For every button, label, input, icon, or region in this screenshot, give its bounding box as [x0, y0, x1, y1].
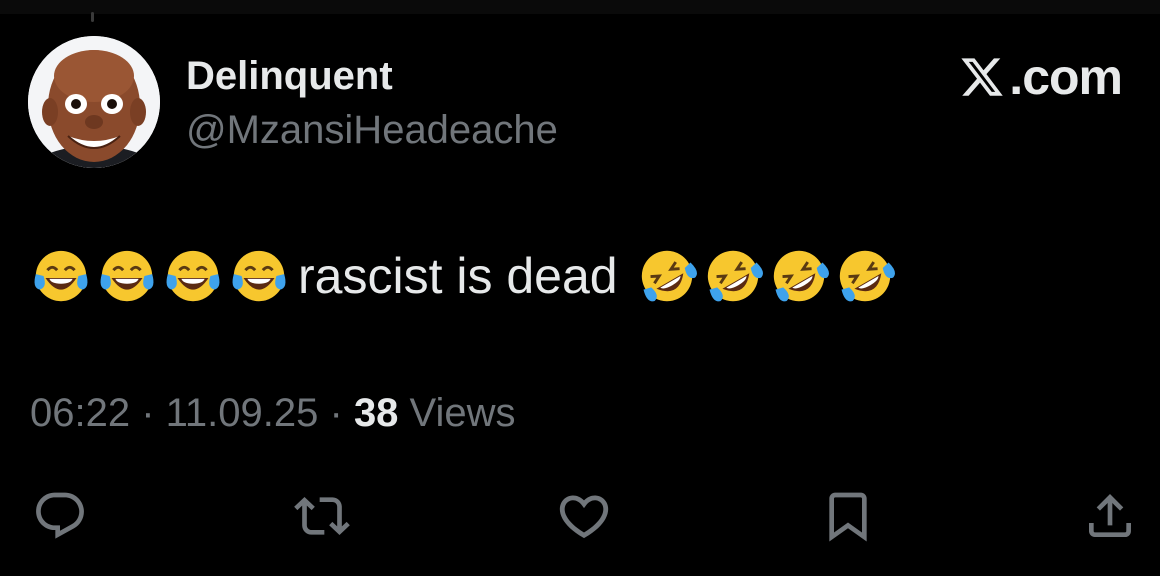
bookmark-icon: [829, 492, 867, 542]
share-button[interactable]: [1080, 486, 1140, 546]
views-count[interactable]: 38: [354, 391, 399, 435]
rofl-emoji: [834, 245, 896, 307]
tears-of-joy-emoji: [162, 245, 224, 307]
tweet-action-bar: [0, 480, 1160, 550]
share-icon: [1089, 494, 1131, 537]
brand-domain-text: .com: [1009, 49, 1123, 105]
rofl-emoji: [702, 245, 764, 307]
avatar-photo: [28, 36, 160, 168]
reply-icon: [36, 492, 84, 539]
retweet-icon: [294, 497, 350, 535]
top-edge-bar: [0, 0, 1160, 14]
author-handle[interactable]: @MzansiHeadeache: [186, 108, 558, 152]
like-button[interactable]: [554, 486, 614, 546]
meta-separator: ·: [130, 391, 166, 435]
bookmark-button[interactable]: [818, 486, 878, 546]
heart-icon: [559, 495, 609, 539]
tweet-text: rascist is dead: [298, 248, 618, 304]
tweet-meta: 06:22 · 11.09.25 · 38 Views: [30, 390, 516, 436]
tweet-body: rascist is dead: [30, 246, 900, 306]
meta-separator: ·: [318, 391, 354, 435]
tweet-time[interactable]: 06:22: [30, 391, 130, 435]
tears-of-joy-emoji: [228, 245, 290, 307]
author-avatar[interactable]: [28, 36, 160, 168]
rofl-emoji: [768, 245, 830, 307]
x-logo-icon: [961, 58, 1004, 96]
rofl-emoji: [636, 245, 698, 307]
author-display-name[interactable]: Delinquent: [186, 54, 393, 98]
tweet-date[interactable]: 11.09.25: [166, 391, 319, 435]
brand-watermark: .com: [959, 49, 1123, 105]
reply-button[interactable]: [30, 486, 90, 546]
top-scroll-indicator: [91, 12, 94, 22]
tears-of-joy-emoji: [96, 245, 158, 307]
views-label[interactable]: Views: [398, 391, 516, 435]
retweet-button[interactable]: [292, 486, 352, 546]
tears-of-joy-emoji: [30, 245, 92, 307]
